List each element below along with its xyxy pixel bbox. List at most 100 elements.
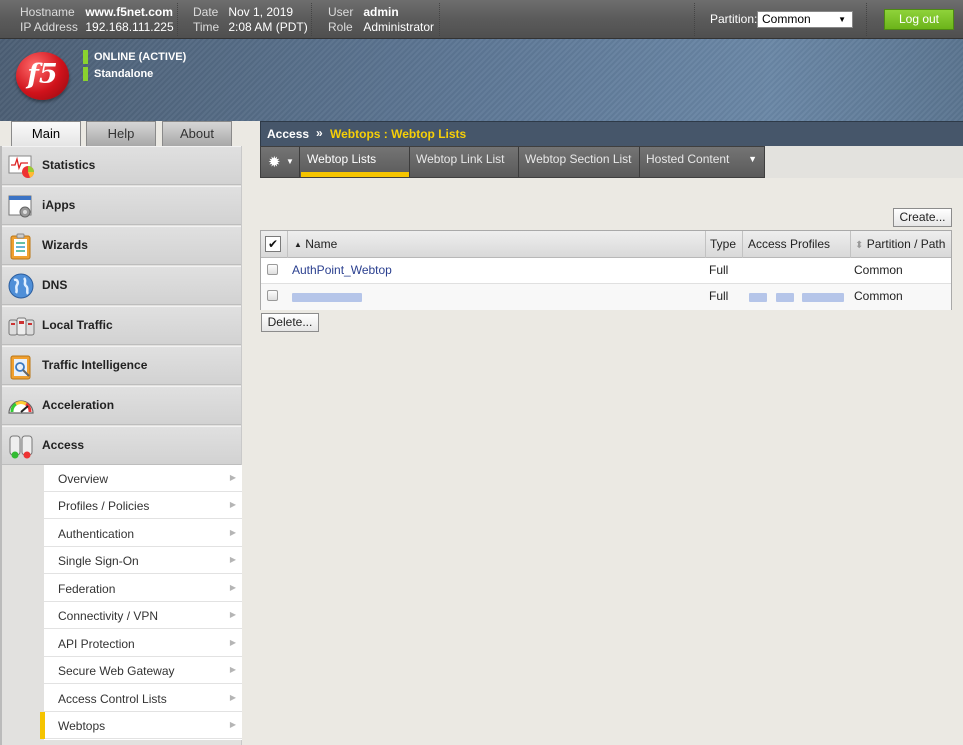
subtab-webtop-section-list[interactable]: Webtop Section List: [519, 147, 640, 177]
datetime-info: Date Nov 1, 2019 Time 2:08 AM (PDT): [193, 5, 308, 35]
subtab-webtop-lists[interactable]: Webtop Lists: [301, 147, 410, 177]
logout-button[interactable]: Log out: [884, 9, 954, 30]
sidebar-item-dns[interactable]: DNS: [2, 266, 241, 305]
row-checkbox[interactable]: [267, 264, 278, 275]
submenu-item-authentication[interactable]: Authentication ▶: [44, 520, 242, 547]
role-label: Role: [328, 20, 353, 34]
chevron-right-icon: ▶: [229, 665, 236, 674]
column-label: Partition / Path: [866, 237, 946, 251]
wizards-icon: [10, 233, 31, 260]
submenu-item-api-protection[interactable]: API Protection ▶: [44, 630, 242, 657]
sidebar-item-access[interactable]: Access: [2, 426, 241, 465]
sidebar-item-label: Statistics: [42, 158, 96, 172]
iapps-icon: [8, 195, 32, 218]
breadcrumb: Access » Webtops : Webtop Lists: [260, 121, 963, 146]
user-info: User admin Role Administrator: [328, 5, 434, 35]
column-header-type[interactable]: Type: [706, 231, 743, 258]
subtab-bar: ✹ ▼ Webtop Lists Webtop Link List Webtop…: [260, 146, 765, 178]
webtop-list-table: ✔ ▲ Name Type Access Profiles ⬍ Partitio…: [260, 230, 952, 310]
subtab-hosted-content[interactable]: Hosted Content ▼: [640, 147, 765, 177]
column-header-access-profiles[interactable]: Access Profiles: [743, 231, 851, 258]
submenu-label: API Protection: [58, 637, 135, 651]
submenu-item-secure-web-gateway[interactable]: Secure Web Gateway ▶: [44, 657, 242, 684]
redacted-access-profile: [749, 293, 767, 302]
sidebar-item-traffic-intelligence[interactable]: Traffic Intelligence: [2, 346, 241, 385]
chevron-right-icon: ▶: [229, 555, 236, 564]
divider: [866, 3, 867, 36]
statistics-icon: [8, 155, 34, 178]
submenu-item-federation[interactable]: Federation ▶: [44, 575, 242, 602]
submenu-label: Overview: [58, 472, 109, 486]
access-icon: [9, 435, 33, 459]
chevron-down-icon: ▼: [286, 157, 294, 166]
gear-icon: ✹: [268, 154, 281, 171]
submenu-item-webtops[interactable]: Webtops ▶: [40, 712, 242, 739]
sidebar-item-wizards[interactable]: Wizards: [2, 226, 241, 265]
table-row: Full Common: [261, 284, 951, 310]
chevron-right-icon: ▶: [229, 500, 236, 509]
delete-button[interactable]: Delete...: [261, 313, 319, 332]
sidebar-item-label: iApps: [42, 198, 76, 212]
ip-label: IP Address: [20, 20, 78, 34]
date-label: Date: [193, 5, 219, 19]
host-info: Hostname www.f5net.com IP Address 192.16…: [20, 5, 174, 35]
submenu-label: Profiles / Policies: [58, 499, 150, 513]
tab-help[interactable]: Help: [86, 121, 156, 146]
sidebar-item-local-traffic[interactable]: Local Traffic: [2, 306, 241, 345]
divider: [177, 3, 178, 36]
traffic-intelligence-icon: [10, 355, 31, 380]
time-label: Time: [193, 20, 220, 34]
tab-main[interactable]: Main: [11, 121, 81, 147]
chevron-right-icon: ▶: [229, 473, 236, 482]
chevron-right-icon: ▶: [229, 638, 236, 647]
redacted-webtop-name[interactable]: [292, 293, 362, 302]
submenu-label: Access Control Lists: [58, 692, 167, 706]
divider: [311, 3, 312, 36]
chevron-right-icon: ▶: [229, 610, 236, 619]
settings-menu-button[interactable]: ✹ ▼: [261, 147, 300, 177]
subtab-webtop-link-list[interactable]: Webtop Link List: [410, 147, 519, 177]
divider: [439, 3, 440, 36]
f5-logo: f5: [16, 52, 69, 100]
webtop-partition: Common: [854, 289, 903, 303]
submenu-item-overview[interactable]: Overview ▶: [44, 465, 242, 492]
submenu-item-profiles-policies[interactable]: Profiles / Policies ▶: [44, 492, 242, 519]
column-header-partition-path[interactable]: ⬍ Partition / Path: [851, 231, 951, 258]
breadcrumb-root[interactable]: Access: [267, 127, 309, 141]
column-header-name[interactable]: ▲ Name: [288, 231, 706, 258]
select-all-checkbox[interactable]: ✔: [265, 236, 281, 252]
webtop-name-link[interactable]: AuthPoint_Webtop: [292, 258, 392, 283]
submenu-label: Authentication: [58, 527, 135, 541]
banner: f5 ONLINE (ACTIVE) Standalone: [0, 39, 963, 121]
breadcrumb-separator: »: [316, 126, 323, 140]
device-mode: Standalone: [83, 67, 153, 81]
submenu-item-access-control-lists[interactable]: Access Control Lists ▶: [44, 685, 242, 712]
webtop-type: Full: [709, 263, 729, 277]
dns-globe-icon: [8, 273, 34, 299]
top-info-bar: Hostname www.f5net.com IP Address 192.16…: [0, 0, 963, 39]
sort-icon: ⬍: [855, 240, 864, 251]
sidebar-item-statistics[interactable]: Statistics: [2, 146, 241, 185]
sidebar-item-label: DNS: [42, 278, 68, 292]
date-value: Nov 1, 2019: [228, 5, 294, 19]
submenu-item-connectivity-vpn[interactable]: Connectivity / VPN ▶: [44, 602, 242, 629]
partition-select[interactable]: Common ▼: [757, 11, 853, 28]
user-label: User: [328, 5, 354, 19]
sidebar-item-label: Access: [42, 438, 85, 452]
create-button[interactable]: Create...: [893, 208, 952, 227]
tab-about[interactable]: About: [162, 121, 232, 146]
sidebar-item-iapps[interactable]: iApps: [2, 186, 241, 225]
select-all-cell: ✔: [261, 231, 288, 258]
row-checkbox[interactable]: [267, 290, 278, 301]
role-value: Administrator: [363, 20, 435, 34]
submenu-label: Single Sign-On: [58, 554, 139, 568]
partition-selected-value: Common: [762, 12, 811, 26]
sidebar-item-label: Local Traffic: [42, 318, 113, 332]
hostname-value: www.f5net.com: [85, 5, 173, 19]
submenu-item-single-sign-on[interactable]: Single Sign-On ▶: [44, 547, 242, 574]
webtop-type: Full: [709, 289, 729, 303]
submenu-label: Secure Web Gateway: [58, 664, 175, 678]
acceleration-gauge-icon: [8, 400, 34, 414]
sidebar-item-acceleration[interactable]: Acceleration: [2, 386, 241, 425]
device-status: ONLINE (ACTIVE): [83, 50, 186, 64]
